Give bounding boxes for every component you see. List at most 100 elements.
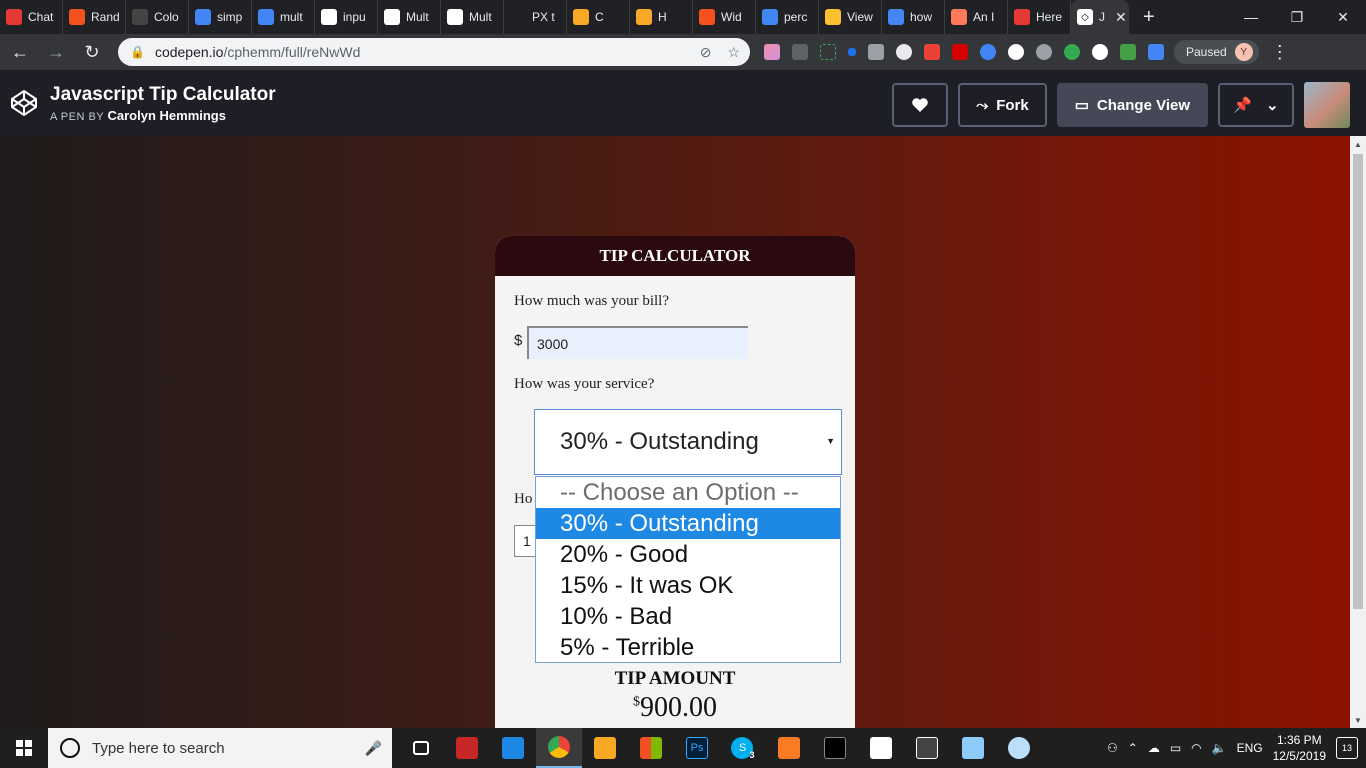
- bill-amount-input[interactable]: 3000: [527, 326, 748, 359]
- pin-button[interactable]: 📌 ⌄: [1218, 83, 1294, 127]
- browser-tab[interactable]: perc: [756, 0, 819, 34]
- people-icon[interactable]: ⚇: [1107, 741, 1118, 755]
- chevron-up-icon[interactable]: ⌃: [1128, 741, 1138, 755]
- address-bar[interactable]: 🔒 codepen.io/cphemm/full/reNwWd ⊘ ☆: [118, 38, 750, 66]
- browser-tab[interactable]: Chat: [0, 0, 63, 34]
- profile-button[interactable]: Paused Y: [1174, 40, 1259, 64]
- onedrive-icon[interactable]: ☁: [1148, 741, 1160, 755]
- scrollbar[interactable]: ▲ ▼: [1350, 136, 1366, 728]
- browser-tab[interactable]: how: [882, 0, 945, 34]
- browser-tab[interactable]: Mult: [378, 0, 441, 34]
- chevron-down-icon[interactable]: ⌄: [1266, 96, 1279, 114]
- extension-icon[interactable]: [792, 44, 808, 60]
- tab-active[interactable]: ◇ J ✕: [1071, 0, 1129, 34]
- extension-icon[interactable]: [868, 44, 884, 60]
- browser-tab[interactable]: Wid: [693, 0, 756, 34]
- browser-tab[interactable]: View: [819, 0, 882, 34]
- by-prefix: A PEN BY: [50, 110, 104, 123]
- taskbar-search[interactable]: Type here to search 🎤: [48, 728, 392, 768]
- taskbar-app[interactable]: [490, 728, 536, 768]
- taskbar-app[interactable]: [996, 728, 1042, 768]
- scroll-up-icon[interactable]: ▲: [1350, 136, 1366, 152]
- extension-icon[interactable]: [1008, 44, 1024, 60]
- user-avatar[interactable]: [1304, 82, 1350, 128]
- service-options-list: -- Choose an Option -- 30% - Outstanding 2…: [535, 476, 841, 663]
- extension-icon[interactable]: [1064, 44, 1080, 60]
- taskbar-app[interactable]: [766, 728, 812, 768]
- browser-tab[interactable]: An I: [945, 0, 1008, 34]
- close-tab-icon[interactable]: ✕: [1115, 9, 1127, 26]
- browser-tab[interactable]: C: [567, 0, 630, 34]
- extension-icon[interactable]: [820, 44, 836, 60]
- service-option[interactable]: 30% - Outstanding: [536, 508, 840, 539]
- browser-tab[interactable]: H: [630, 0, 693, 34]
- volume-icon[interactable]: 🔈: [1212, 741, 1227, 755]
- extension-icon[interactable]: [1092, 44, 1108, 60]
- extension-icon[interactable]: [980, 44, 996, 60]
- taskbar-app[interactable]: [812, 728, 858, 768]
- action-center-icon[interactable]: 13: [1336, 737, 1358, 759]
- scroll-down-icon[interactable]: ▼: [1350, 712, 1366, 728]
- taskbar-app[interactable]: [444, 728, 490, 768]
- change-view-button[interactable]: ▭ Change View: [1056, 83, 1208, 127]
- service-quality-select[interactable]: 30% - Outstanding ▼: [534, 409, 842, 475]
- service-option[interactable]: 15% - It was OK: [536, 570, 840, 601]
- tab-favicon-icon: [195, 9, 211, 25]
- service-option[interactable]: 10% - Bad: [536, 601, 840, 632]
- bookmark-star-icon[interactable]: ☆: [727, 44, 740, 61]
- extension-icon[interactable]: [1148, 44, 1164, 60]
- tab-label: mult: [280, 10, 303, 24]
- microphone-icon[interactable]: 🎤: [365, 740, 382, 757]
- taskbar-app[interactable]: [582, 728, 628, 768]
- tab-label: PX t: [532, 10, 555, 24]
- extension-icon[interactable]: [848, 48, 856, 56]
- battery-icon[interactable]: ▭: [1170, 741, 1181, 755]
- wifi-icon[interactable]: ◠: [1191, 741, 1201, 755]
- taskbar-app[interactable]: [858, 728, 904, 768]
- language-indicator[interactable]: ENG: [1237, 741, 1263, 755]
- reload-button[interactable]: ↻: [76, 36, 108, 68]
- codepen-logo-icon[interactable]: [10, 89, 38, 117]
- fork-button[interactable]: ⤳ Fork: [958, 83, 1047, 127]
- photos-icon: [870, 737, 892, 759]
- extension-icon[interactable]: [924, 44, 940, 60]
- browser-tab[interactable]: simp: [189, 0, 252, 34]
- service-option[interactable]: -- Choose an Option --: [536, 477, 840, 508]
- browser-tab[interactable]: PX t: [504, 0, 567, 34]
- clock[interactable]: 1:36 PM 12/5/2019: [1273, 732, 1326, 764]
- taskbar-app[interactable]: [904, 728, 950, 768]
- browser-tab[interactable]: Mult: [441, 0, 504, 34]
- restore-button[interactable]: ❐: [1274, 0, 1320, 34]
- extension-icon[interactable]: [764, 44, 780, 60]
- extension-icon[interactable]: [952, 44, 968, 60]
- like-button[interactable]: [892, 83, 949, 127]
- browser-tab[interactable]: mult: [252, 0, 315, 34]
- scroll-thumb[interactable]: [1353, 154, 1363, 609]
- extension-icon[interactable]: [1120, 44, 1136, 60]
- author-link[interactable]: Carolyn Hemmings: [108, 108, 226, 123]
- minimize-button[interactable]: —: [1228, 0, 1274, 34]
- extension-icon[interactable]: [1036, 44, 1052, 60]
- system-tray: ⚇ ⌃ ☁ ▭ ◠ 🔈 ENG 1:36 PM 12/5/2019 13: [1107, 728, 1366, 768]
- browser-tab[interactable]: Here: [1008, 0, 1071, 34]
- close-window-button[interactable]: ✕: [1320, 0, 1366, 34]
- taskbar-app[interactable]: Ps: [674, 728, 720, 768]
- taskbar-app[interactable]: [950, 728, 996, 768]
- vscode-icon: [502, 737, 524, 759]
- new-tab-button[interactable]: +: [1129, 6, 1169, 29]
- back-button[interactable]: ←: [4, 36, 36, 68]
- taskbar-app[interactable]: [628, 728, 674, 768]
- start-button[interactable]: [0, 728, 48, 768]
- blocked-icon[interactable]: ⊘: [700, 44, 712, 61]
- forward-button[interactable]: →: [40, 36, 72, 68]
- service-option[interactable]: 20% - Good: [536, 539, 840, 570]
- task-view-button[interactable]: [398, 728, 444, 768]
- browser-tab[interactable]: Colo: [126, 0, 189, 34]
- extension-icon[interactable]: [896, 44, 912, 60]
- browser-tab[interactable]: Rand: [63, 0, 126, 34]
- taskbar-app-chrome[interactable]: [536, 728, 582, 768]
- menu-icon[interactable]: ⋮: [1271, 42, 1289, 63]
- browser-tab[interactable]: inpu: [315, 0, 378, 34]
- service-option[interactable]: 5% - Terrible: [536, 632, 840, 663]
- taskbar-app[interactable]: S3: [720, 728, 766, 768]
